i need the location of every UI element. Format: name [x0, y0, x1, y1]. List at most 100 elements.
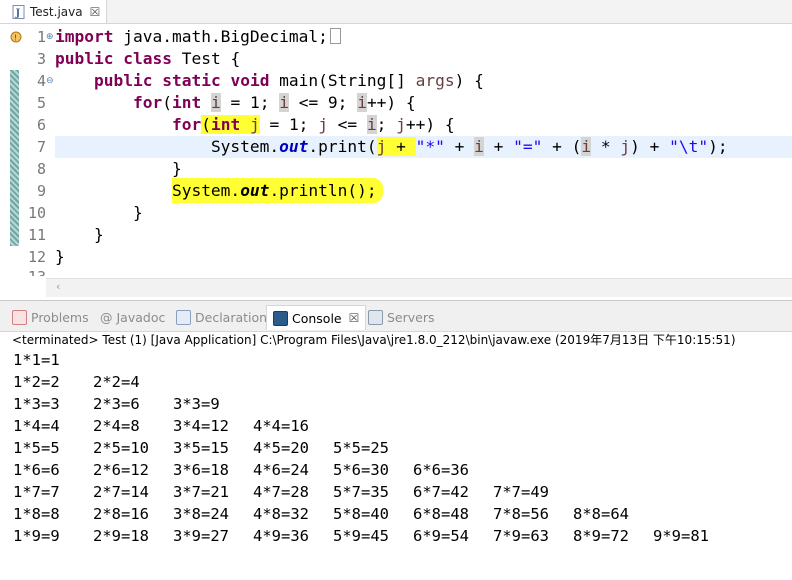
console-output-cell: 7*7=49 — [493, 483, 549, 501]
console-output-cell: 5*7=35 — [333, 483, 389, 501]
servers-icon — [368, 309, 383, 325]
console-output-cell: 1*7=7 — [13, 483, 60, 501]
code-token: int — [171, 93, 202, 112]
code-token: j — [318, 115, 328, 134]
console-output-cell: 2*5=10 — [93, 439, 149, 457]
code-token: + — [483, 137, 514, 156]
code-token: ) { — [454, 71, 484, 90]
code-token: ( — [162, 93, 172, 112]
tab-problems[interactable]: Problems — [12, 307, 89, 327]
line-number: 5 — [36, 94, 46, 112]
console-output-cell: 7*9=63 — [493, 527, 549, 545]
editor-tab-bar: J Test.java ☒ — [0, 0, 792, 24]
declaration-icon — [176, 309, 191, 325]
console-output-cell: 4*5=20 — [253, 439, 309, 457]
code-line[interactable]: } — [55, 202, 143, 224]
code-token: Test { — [171, 49, 241, 68]
code-token: "*" — [415, 137, 445, 156]
code-token: * — [591, 137, 621, 156]
tab-javadoc[interactable]: @ Javadoc — [100, 307, 165, 327]
console-output-cell: 1*9=9 — [13, 527, 60, 545]
line-number: 6 — [36, 116, 46, 134]
code-token: import — [55, 27, 114, 46]
console-output-cell: 7*8=56 — [493, 505, 549, 523]
console-output-cell: 2*7=14 — [93, 483, 149, 501]
code-line[interactable]: } — [55, 246, 65, 268]
code-token: j — [376, 137, 387, 156]
view-tab-bar: Problems @ Javadoc Declaration Console ☒… — [0, 301, 792, 332]
console-output-cell: 3*9=27 — [173, 527, 229, 545]
console-output-cell: 2*9=18 — [93, 527, 149, 545]
code-token: ++) { — [366, 93, 416, 112]
code-token: ( — [201, 115, 211, 134]
code-line[interactable]: import java.math.BigDecimal; — [55, 26, 341, 48]
editor-tab-test-java[interactable]: J Test.java ☒ — [0, 0, 107, 23]
code-line[interactable]: for(int i = 1; i <= 9; i++) { — [55, 92, 416, 114]
editor-tab-label: Test.java — [30, 4, 83, 19]
console-output-cell: 1*2=2 — [13, 373, 60, 391]
code-token — [240, 115, 250, 134]
code-line[interactable]: public static void main(String[] args) { — [55, 70, 484, 92]
code-token: + — [444, 137, 475, 156]
code-line-current[interactable]: System.out.print(j + "*" + i + "=" + (i … — [55, 136, 728, 158]
code-line[interactable]: for(int j = 1; j <= i; j++) { — [55, 114, 455, 136]
code-token: j — [396, 115, 406, 134]
code-token: } — [132, 203, 143, 222]
tab-label: Problems — [31, 309, 89, 325]
console-output-cell: 3*3=9 — [173, 395, 220, 413]
code-token: class — [123, 49, 172, 68]
expand-fold-icon[interactable]: ⊕ — [46, 32, 54, 42]
tab-console[interactable]: Console ☒ — [266, 305, 367, 330]
code-line[interactable]: System.out.println(); — [55, 178, 383, 203]
console-output-cell: 3*6=18 — [173, 461, 229, 479]
code-line[interactable]: } — [55, 224, 104, 246]
line-number: 11 — [27, 226, 46, 244]
console-output-cell: 4*4=16 — [253, 417, 309, 435]
code-token: } — [55, 247, 65, 266]
console-output-cell: 1*1=1 — [13, 351, 60, 369]
close-icon[interactable]: ☒ — [90, 5, 101, 19]
code-token: i — [279, 93, 289, 112]
code-token: int — [210, 115, 241, 134]
folded-imports-marker[interactable] — [329, 28, 341, 44]
close-icon[interactable]: ☒ — [349, 311, 360, 325]
console-output-cell: 3*4=12 — [173, 417, 229, 435]
console-output-cell: 5*9=45 — [333, 527, 389, 545]
collapse-fold-icon[interactable]: ⊖ — [46, 76, 54, 86]
code-token: + — [386, 137, 416, 156]
code-token: i — [581, 137, 592, 156]
line-number: 3 — [36, 50, 46, 68]
tab-declaration[interactable]: Declaration — [176, 307, 267, 327]
console-output-cell: 1*5=5 — [13, 439, 60, 457]
console-output-cell: 4*8=32 — [253, 505, 309, 523]
scroll-left-icon[interactable]: ‹ — [56, 280, 60, 293]
console-output-cell: 4*7=28 — [253, 483, 309, 501]
code-token: ); — [708, 137, 728, 156]
code-line[interactable]: } — [55, 158, 182, 180]
console-icon — [273, 310, 288, 326]
code-editor[interactable]: J Test.java ☒ ! 1 ⊕ 3 4 ⊖ 5 6 7 8 9 10 1… — [0, 0, 792, 298]
tab-servers[interactable]: Servers — [368, 307, 435, 327]
tab-label: Servers — [387, 309, 435, 325]
code-token: i — [366, 115, 377, 134]
console-status-line: <terminated> Test (1) [Java Application]… — [12, 333, 736, 347]
code-token: j — [249, 115, 260, 134]
console-output-cell: 2*2=4 — [93, 373, 140, 391]
console-output-cell: 2*3=6 — [93, 395, 140, 413]
code-token: "\t" — [669, 137, 709, 156]
horizontal-scrollbar[interactable]: ‹ — [46, 278, 792, 297]
code-token: i — [210, 93, 221, 112]
code-token: "=" — [513, 137, 543, 156]
code-token: java.math.BigDecimal; — [113, 27, 328, 46]
console-output-cell: 6*6=36 — [413, 461, 469, 479]
code-token: ) + — [630, 137, 670, 156]
console-output-cell: 6*9=54 — [413, 527, 469, 545]
code-line[interactable]: public class Test { — [55, 48, 240, 70]
console-output-cell: 6*8=48 — [413, 505, 469, 523]
code-token: .print( — [308, 137, 377, 156]
code-token: + ( — [542, 137, 582, 156]
code-token: <= — [327, 115, 367, 134]
code-token: i — [474, 137, 484, 156]
code-token: } — [93, 225, 104, 244]
tab-label: Declaration — [195, 309, 268, 325]
